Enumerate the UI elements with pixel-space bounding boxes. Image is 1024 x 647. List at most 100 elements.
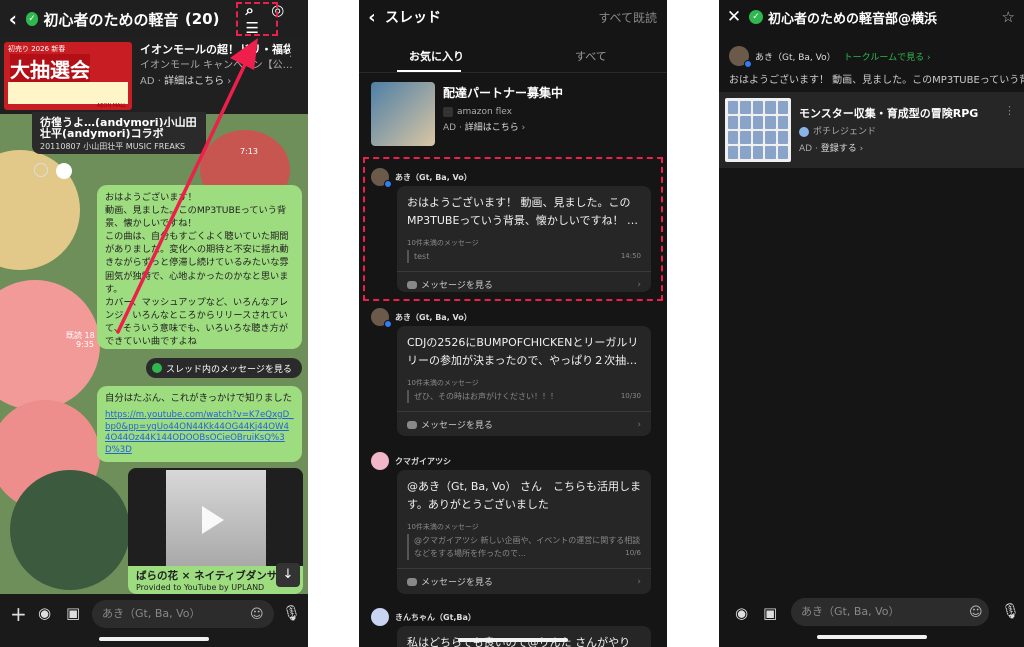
message-bubble[interactable]: 自分はたぶん、これがきっかけで知りました https://m.youtube.c… <box>97 386 302 462</box>
image-icon[interactable]: ▣ <box>763 604 777 622</box>
tab-favorites[interactable]: お気に入り <box>409 48 464 64</box>
ad-label: AD <box>799 144 813 154</box>
ad-image-store: AEON MALL <box>96 103 126 109</box>
thread-card[interactable]: 私はどちらでも良いので@りんた さんがやり <box>397 626 651 647</box>
open-talkroom-link[interactable]: トークルームで見る › <box>844 50 931 63</box>
thread-header: ‹ スレッド すべて既読 <box>359 0 667 34</box>
open-talkroom-label: トークルームで見る <box>843 52 925 63</box>
unread-count-label: 10件未満のメッセージ <box>407 523 479 531</box>
openchat-badge-icon: ✓ <box>25 12 39 26</box>
thread-author[interactable]: クマガイアツシ <box>371 452 451 470</box>
thread-card[interactable]: CDJの2526にBUMPOFCHICKENとリーガルリリーの参加が決まったので… <box>397 326 651 436</box>
view-messages-button[interactable]: メッセージを見る <box>421 418 493 431</box>
unread-count-label: 10件未満のメッセージ <box>407 379 479 387</box>
last-reply-preview: ぜひ、その時はお声がけください！！！ <box>414 392 558 401</box>
mic-icon[interactable]: 🎙 <box>282 604 301 622</box>
home-indicator <box>817 635 927 639</box>
thread-list-screen: ‹ スレッド すべて既読 お気に入り すべて 配達パートナー募集中 amazon… <box>359 0 667 647</box>
message-input[interactable]: あき（Gt, Ba, Vo） <box>92 600 274 628</box>
message-text: 自分はたぶん、これがきっかけで知りました <box>105 393 292 404</box>
ad-image <box>371 82 435 146</box>
verified-badge-icon <box>744 60 752 68</box>
plus-icon[interactable]: + <box>10 602 27 626</box>
back-arrow-icon[interactable]: ‹ <box>359 7 385 28</box>
thread-user-name: クマガイアツシ <box>395 456 451 466</box>
ad-banner[interactable]: 配達パートナー募集中 amazon flex AD · 詳細はこちら › <box>371 82 661 148</box>
ad-details-link[interactable]: 詳細はこちら <box>164 76 224 87</box>
thread-detail-header: ✕ ✓ 初心者のための軽音部@横浜 ☆ <box>719 0 1024 34</box>
view-messages-button[interactable]: メッセージを見る <box>421 575 493 588</box>
thread-user-name: あき（Gt, Ba, Vo） <box>755 52 836 63</box>
ad-image-strip <box>8 82 128 104</box>
quoted-message[interactable]: 彷徨うよ…(andymori)小山田 壮平(andymori)コラボ 20110… <box>32 112 206 154</box>
play-icon[interactable] <box>202 506 224 534</box>
ad-image <box>725 98 791 162</box>
message-composer: ◉ ▣ あき（Gt, Ba, Vo） ☺ 🎙 <box>719 594 1024 647</box>
thread-original-message: おはようございます！ 動画、見ました。このMP3TUBEっていう背 <box>729 75 1024 86</box>
view-thread-label: スレッド内のメッセージを見る <box>166 364 292 375</box>
ad-title: 配達パートナー募集中 <box>443 86 564 100</box>
divider <box>397 568 651 569</box>
avatar[interactable] <box>56 163 72 179</box>
message-bubble[interactable]: おはようございます！ 動画、見ました。このMP3TUBEっていう背景、懐かしいで… <box>97 185 302 349</box>
ad-image: 初売り 2026 新春 大抽選会 AEON MALL <box>4 42 132 110</box>
openchat-badge-icon: ✓ <box>749 10 763 24</box>
chat-title: 初心者のための軽音 <box>43 10 179 29</box>
avatar[interactable] <box>371 308 392 328</box>
thread-card[interactable]: @あき（Gt, Ba, Vo） さん こちらも活用します。ありがとうございました… <box>397 470 651 594</box>
more-options-icon[interactable]: ⋮ <box>285 46 296 59</box>
ad-image-text: 初売り 2026 新春 <box>8 45 66 53</box>
amazon-logo-icon <box>443 106 453 117</box>
thread-user-name: きんちゃん（Gt,Ba） <box>395 612 476 622</box>
ad-banner[interactable]: 初売り 2026 新春 大抽選会 AEON MALL イオンモールの超！ドリ・福… <box>0 38 308 114</box>
message-input[interactable]: あき（Gt, Ba, Vo） <box>791 598 989 626</box>
camera-icon[interactable]: ◉ <box>735 604 748 622</box>
page-title: スレッド <box>385 10 441 26</box>
ad-image-headline: 大抽選会 <box>10 54 90 83</box>
chevron-right-icon: › <box>637 576 641 587</box>
ad-title: モンスター収集・育成型の冒険RPG <box>799 107 979 120</box>
thread-tabs: お気に入り すべて <box>359 42 667 72</box>
emoji-icon[interactable]: ☺ <box>250 607 264 622</box>
home-indicator <box>99 637 209 641</box>
avatar[interactable] <box>371 452 389 470</box>
video-title: ばらの花 × ネイティブダンサー <box>136 570 288 582</box>
scroll-down-icon[interactable]: ↓ <box>276 563 300 587</box>
more-options-icon[interactable]: ⋮ <box>1004 104 1015 117</box>
image-icon[interactable]: ▣ <box>66 604 80 622</box>
ad-advertiser: ポチレジェンド <box>813 127 877 137</box>
tab-all[interactable]: すべて <box>575 48 607 64</box>
mic-icon[interactable]: 🎙 <box>1001 602 1020 620</box>
divider <box>397 411 651 412</box>
mark-all-read-button[interactable]: すべて既読 <box>598 9 657 26</box>
timestamp: 7:13 <box>240 147 258 156</box>
ad-label: AD <box>140 76 155 87</box>
quote-source: 20110807 小山田壮平 MUSIC FREAKS <box>40 142 186 151</box>
timestamp: 9:35 <box>76 340 94 349</box>
avatar[interactable] <box>729 46 752 68</box>
chat-screen: ‹ ✓ 初心者のための軽音 (20) ⌕ ◎ ☰ 初売り 2026 新春 大抽選… <box>0 0 308 647</box>
avatar[interactable] <box>371 608 389 626</box>
ad-advertiser: イオンモール キャンペーン【公… <box>140 60 293 71</box>
chat-title: 初心者のための軽音部@横浜 <box>768 11 938 27</box>
speech-bubble-icon <box>407 420 417 429</box>
ad-register-link[interactable]: 登録する <box>821 144 857 154</box>
view-thread-button[interactable]: スレッド内のメッセージを見る <box>146 358 302 378</box>
thread-author: あき（Gt, Ba, Vo） トークルームで見る › <box>729 46 931 68</box>
ad-banner[interactable]: モンスター収集・育成型の冒険RPG ポチレジェンド AD · 登録する › ⋮ <box>719 92 1024 168</box>
thread-author[interactable]: あき（Gt, Ba, Vo） <box>371 308 472 328</box>
ad-title: イオンモールの超！ドリ・福袋 <box>140 43 290 56</box>
divider <box>359 72 667 73</box>
emoji-icon[interactable]: ☺ <box>969 605 983 620</box>
youtube-link[interactable]: https://m.youtube.com/watch?v=K7eQxgD_bp… <box>105 410 294 456</box>
back-arrow-icon[interactable]: ‹ <box>0 7 26 31</box>
thread-author[interactable]: きんちゃん（Gt,Ba） <box>371 608 476 626</box>
ad-details-link[interactable]: 詳細はこちら <box>465 123 519 133</box>
camera-icon[interactable]: ◉ <box>38 604 51 622</box>
quote-line: 壮平(andymori)コラボ <box>40 127 164 140</box>
chevron-right-icon: › <box>637 419 641 430</box>
reaction-icon[interactable] <box>34 163 48 177</box>
close-icon[interactable]: ✕ <box>719 7 749 27</box>
star-icon[interactable]: ☆ <box>1002 8 1015 26</box>
reply-time: 10/6 <box>625 549 641 557</box>
